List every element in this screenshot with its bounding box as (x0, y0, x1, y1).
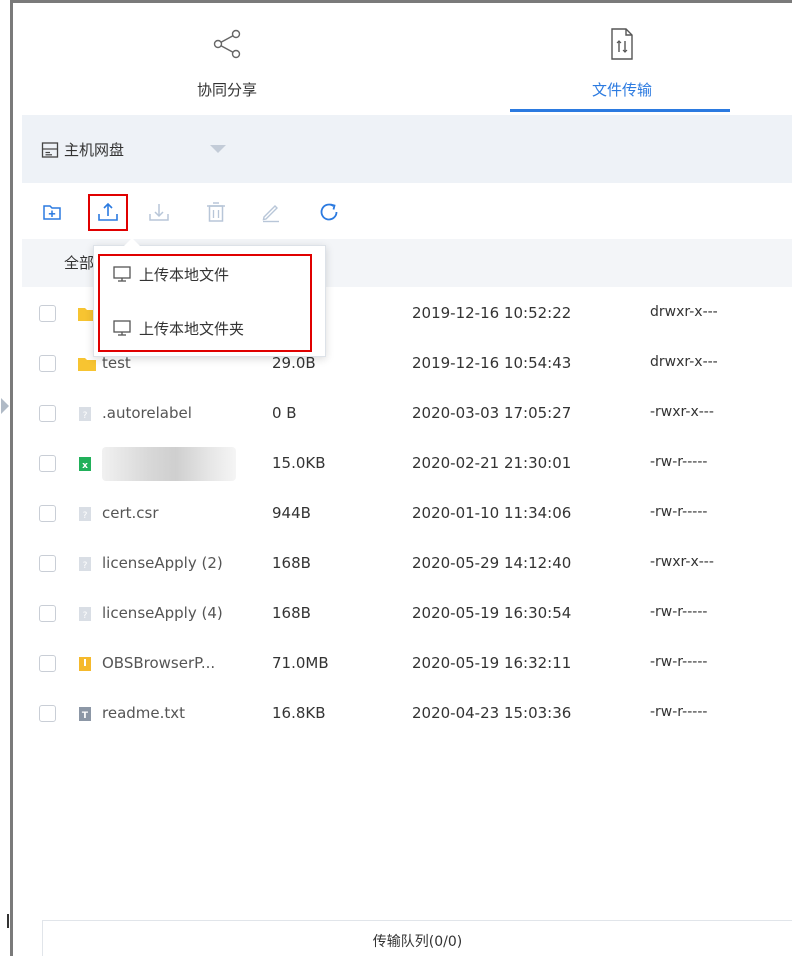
row-checkbox[interactable] (39, 455, 56, 472)
svg-text:?: ? (83, 511, 88, 521)
row-checkbox[interactable] (39, 705, 56, 722)
transfer-queue-label: 传输队列(0/0) (372, 934, 463, 950)
file-name: licenseApply (2) (102, 554, 223, 572)
upload-menu-caret (124, 238, 140, 246)
transfer-file-icon (609, 27, 635, 65)
file-size: 944B (272, 504, 311, 522)
file-name: .autorelabel (102, 404, 192, 422)
row-checkbox[interactable] (39, 655, 56, 672)
download-button[interactable] (145, 198, 173, 226)
svg-text:T: T (82, 711, 89, 721)
tab-file-transfer[interactable]: 文件传输 (512, 3, 732, 115)
table-row[interactable]: OBSBrowserP... 71.0MB 2020-05-19 16:32:11 -… (22, 639, 792, 689)
edit-icon (262, 205, 279, 223)
file-toolbar (22, 183, 792, 239)
file-permissions: -rw-r----- (650, 654, 708, 670)
file-permissions: -rw-r----- (650, 604, 708, 620)
blurred-file-name (102, 447, 236, 481)
row-checkbox[interactable] (39, 355, 56, 372)
file-size: 71.0MB (272, 654, 329, 672)
file-permissions: -rw-r----- (650, 504, 708, 520)
delete-button[interactable] (202, 198, 230, 226)
refresh-icon (320, 203, 338, 221)
new-folder-button[interactable] (38, 198, 66, 226)
tab-collab-share-label: 协同分享 (196, 81, 257, 99)
file-size: 16.8KB (272, 704, 326, 722)
file-date: 2020-01-10 11:34:06 (412, 504, 572, 522)
file-size: 168B (272, 604, 311, 622)
chevron-down-icon[interactable] (210, 145, 226, 153)
transfer-queue-button[interactable]: 传输队列(0/0) (42, 920, 792, 956)
file-name: readme.txt (102, 704, 186, 722)
archive-file-icon (78, 656, 92, 676)
folder-icon (78, 356, 96, 375)
refresh-button[interactable] (315, 198, 343, 226)
svg-text:?: ? (83, 411, 88, 421)
file-name: cert.csr (102, 504, 159, 522)
rename-button[interactable] (257, 198, 285, 226)
row-checkbox[interactable] (39, 505, 56, 522)
file-name: licenseApply (4) (102, 604, 223, 622)
svg-text:?: ? (83, 611, 88, 621)
unknown-file-icon: ? (78, 556, 92, 576)
window-left-border (10, 0, 13, 956)
file-date: 2019-12-16 10:52:22 (412, 304, 572, 322)
file-permissions: drwxr-x--- (650, 304, 718, 320)
active-tab-indicator (510, 109, 730, 112)
table-row[interactable]: x 15.0KB 2020-02-21 21:30:01 -rw-r----- (22, 439, 792, 489)
upload-menu-highlight (98, 254, 312, 352)
row-checkbox[interactable] (39, 305, 56, 322)
drive-icon (41, 141, 59, 163)
unknown-file-icon: ? (78, 406, 92, 426)
row-checkbox[interactable] (39, 405, 56, 422)
delete-icon (207, 202, 225, 222)
table-row[interactable]: ? licenseApply (4) 168B 2020-05-19 16:30:54… (22, 589, 792, 639)
unknown-file-icon: ? (78, 606, 92, 626)
text-cursor (7, 914, 9, 928)
file-date: 2020-05-19 16:32:11 (412, 654, 572, 672)
row-checkbox[interactable] (39, 555, 56, 572)
drive-selector-bar (22, 115, 792, 183)
file-date: 2019-12-16 10:54:43 (412, 354, 572, 372)
table-row[interactable]: ? licenseApply (2) 168B 2020-05-29 14:12:40… (22, 539, 792, 589)
tab-bar: 协同分享 文件传输 (22, 3, 792, 115)
collapse-arrow-icon[interactable] (1, 398, 9, 414)
file-date: 2020-05-29 14:12:40 (412, 554, 572, 572)
table-row[interactable]: ? .autorelabel 0 B 2020-03-03 17:05:27 -rwxr… (22, 389, 792, 439)
svg-text:x: x (82, 461, 88, 471)
file-permissions: -rwxr-x--- (650, 554, 714, 570)
download-icon (149, 204, 169, 221)
table-row[interactable]: ? cert.csr 944B 2020-01-10 11:34:06 -rw-r---… (22, 489, 792, 539)
upload-button-highlight (88, 194, 128, 231)
tab-file-transfer-label: 文件传输 (591, 81, 652, 99)
unknown-file-icon: ? (78, 506, 92, 526)
drive-name[interactable]: 主机网盘 (64, 139, 124, 160)
file-date: 2020-03-03 17:05:27 (412, 404, 572, 422)
text-file-icon: T (78, 706, 92, 726)
svg-text:?: ? (83, 561, 88, 571)
file-size: 15.0KB (272, 454, 326, 472)
new-folder-icon (43, 205, 61, 220)
file-date: 2020-02-21 21:30:01 (412, 454, 572, 472)
file-size: 168B (272, 554, 311, 572)
header-all[interactable]: 全部 (64, 252, 94, 273)
file-permissions: -rwxr-x--- (650, 404, 714, 420)
file-permissions: -rw-r----- (650, 704, 708, 720)
tab-collab-share[interactable]: 协同分享 (162, 3, 292, 115)
file-size: 0 B (272, 404, 297, 422)
file-permissions: drwxr-x--- (650, 354, 718, 370)
file-date: 2020-05-19 16:30:54 (412, 604, 572, 622)
file-name: OBSBrowserP... (102, 654, 216, 672)
share-icon (210, 27, 244, 65)
row-checkbox[interactable] (39, 605, 56, 622)
file-date: 2020-04-23 15:03:36 (412, 704, 572, 722)
table-row[interactable]: Treadme.txt 16.8KB 2020-04-23 15:03:36 -rw-… (22, 689, 792, 739)
excel-file-icon: x (78, 456, 92, 476)
file-permissions: -rw-r----- (650, 454, 708, 470)
